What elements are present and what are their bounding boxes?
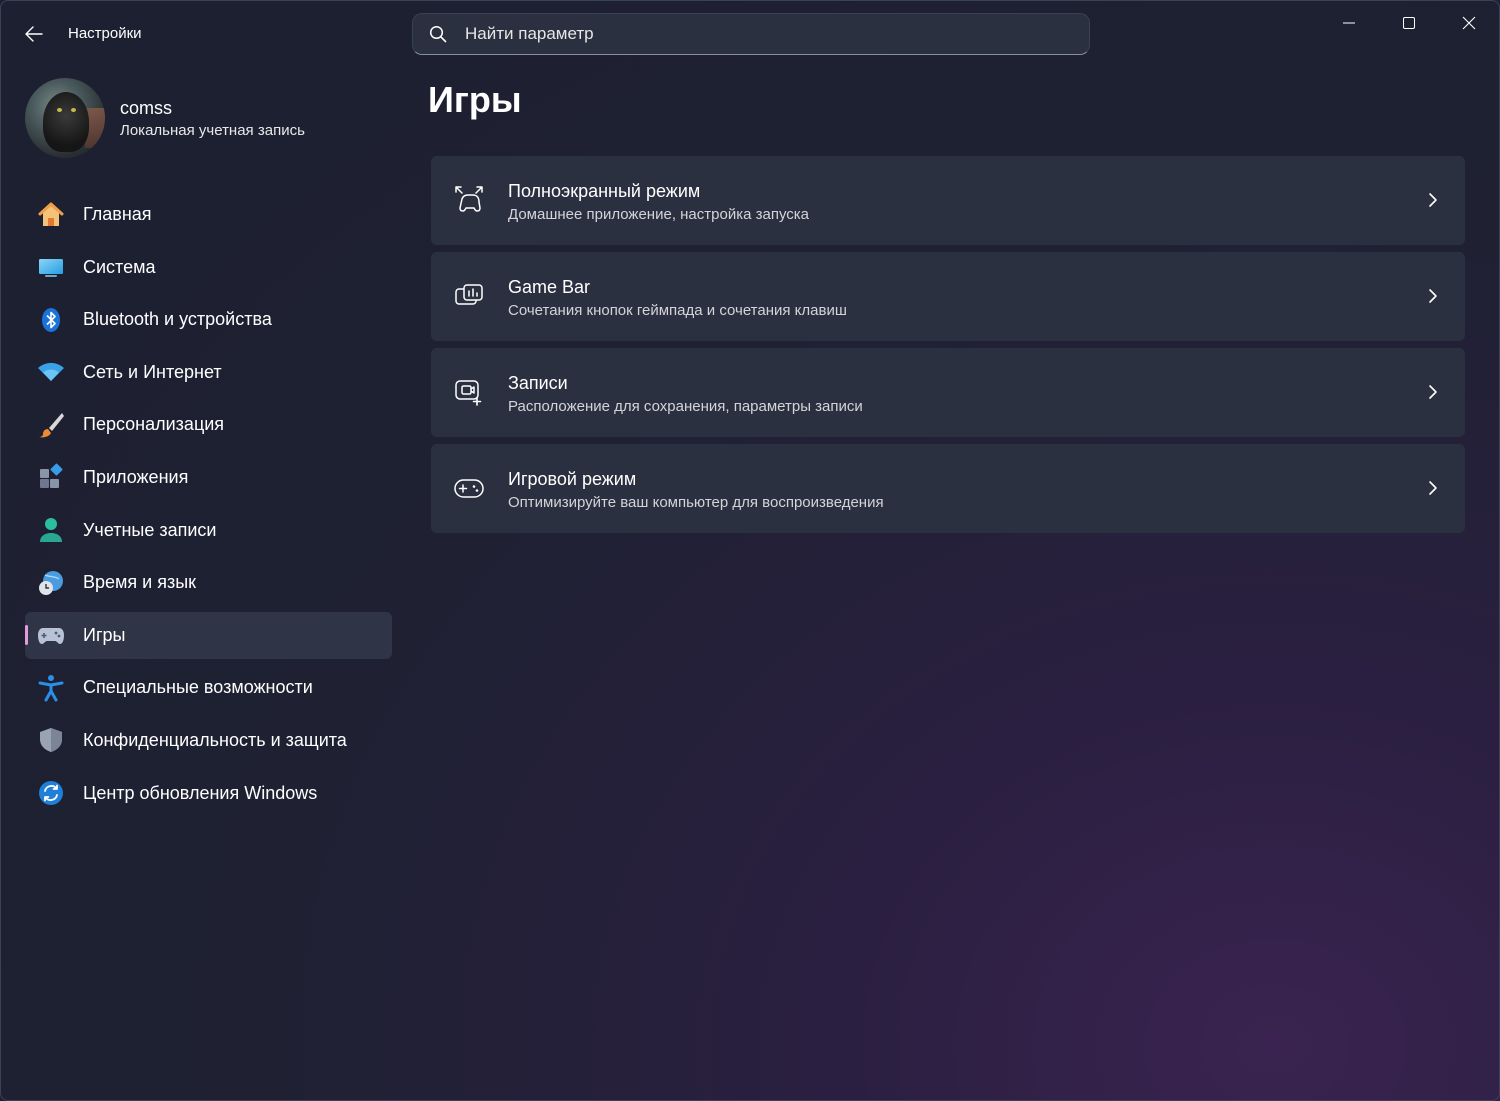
card-title: Игровой режим — [508, 469, 637, 489]
card-subtitle: Оптимизируйте ваш компьютер для воспроиз… — [508, 494, 884, 511]
settings-window: Настройки comss Локальная учетная запись — [0, 0, 1500, 1101]
sidebar-item-label: Сеть и Интернет — [83, 361, 222, 382]
sidebar-nav: Главная Система Bluetooth и устройства С… — [25, 191, 392, 822]
system-icon — [37, 253, 65, 281]
sidebar-item-label: Игры — [83, 624, 126, 645]
game-mode-icon — [454, 479, 484, 498]
card-fullscreen-experience[interactable]: Полноэкранный режим Домашнее приложение,… — [431, 156, 1465, 245]
sidebar-item-label: Система — [83, 256, 156, 277]
chevron-right-icon — [1429, 289, 1437, 303]
search-icon — [429, 25, 447, 43]
sidebar-item-label: Конфиденциальность и защита — [83, 729, 347, 750]
brush-icon — [37, 411, 65, 439]
accounts-icon — [37, 516, 65, 544]
sidebar-item-personalization[interactable]: Персонализация — [25, 401, 392, 448]
app-title: Настройки — [68, 25, 142, 42]
sidebar-item-label: Центр обновления Windows — [83, 782, 318, 803]
card-title: Game Bar — [508, 277, 591, 297]
sidebar-item-privacy[interactable]: Конфиденциальность и защита — [25, 717, 392, 764]
accessibility-icon — [37, 674, 65, 702]
user-account-type: Локальная учетная запись — [120, 122, 305, 139]
avatar[interactable] — [25, 78, 105, 158]
card-subtitle: Домашнее приложение, настройка запуска — [508, 206, 810, 223]
time-language-icon — [37, 569, 65, 597]
sidebar-item-system[interactable]: Система — [25, 244, 392, 291]
card-title: Полноэкранный режим — [508, 181, 701, 201]
sidebar-item-label: Приложения — [83, 466, 189, 487]
apps-icon — [37, 463, 65, 491]
windows-update-icon — [37, 779, 65, 807]
card-subtitle: Сочетания кнопок геймпада и сочетания кл… — [508, 302, 847, 319]
game-bar-icon — [455, 284, 483, 305]
sidebar-item-bluetooth[interactable]: Bluetooth и устройства — [25, 296, 392, 343]
close-button[interactable] — [1439, 1, 1499, 45]
sidebar-item-accounts[interactable]: Учетные записи — [25, 507, 392, 554]
wifi-icon — [37, 358, 65, 386]
chevron-right-icon — [1429, 193, 1437, 207]
back-button[interactable] — [17, 19, 51, 49]
shield-icon — [37, 726, 65, 754]
sidebar-item-accessibility[interactable]: Специальные возможности — [25, 664, 392, 711]
sidebar-item-label: Специальные возможности — [83, 677, 313, 698]
search-input[interactable] — [465, 24, 1025, 44]
sidebar-item-windows-update[interactable]: Центр обновления Windows — [25, 770, 392, 817]
sidebar-item-label: Bluetooth и устройства — [83, 309, 272, 330]
sidebar-item-label: Главная — [83, 204, 152, 224]
search-box[interactable] — [412, 13, 1090, 55]
chevron-right-icon — [1429, 385, 1437, 399]
chevron-right-icon — [1429, 481, 1437, 495]
bluetooth-icon — [37, 306, 65, 334]
sidebar-item-network[interactable]: Сеть и Интернет — [25, 349, 392, 396]
settings-list: Полноэкранный режим Домашнее приложение,… — [431, 156, 1465, 540]
card-subtitle: Расположение для сохранения, параметры з… — [508, 398, 863, 415]
captures-icon — [455, 380, 482, 406]
user-name: comss — [120, 98, 173, 118]
card-title: Записи — [508, 373, 568, 393]
sidebar-item-label: Персонализация — [83, 414, 225, 435]
sidebar-item-apps[interactable]: Приложения — [25, 454, 392, 501]
page-title: Игры — [428, 79, 522, 120]
sidebar-item-home[interactable]: Главная — [25, 191, 392, 238]
fullscreen-game-icon — [455, 186, 483, 212]
sidebar-item-label: Время и язык — [83, 572, 197, 593]
card-game-mode[interactable]: Игровой режим Оптимизируйте ваш компьюте… — [431, 444, 1465, 533]
card-captures[interactable]: Записи Расположение для сохранения, пара… — [431, 348, 1465, 437]
close-icon — [1462, 16, 1476, 30]
sidebar-item-time-language[interactable]: Время и язык — [25, 559, 392, 606]
card-game-bar[interactable]: Game Bar Сочетания кнопок геймпада и соч… — [431, 252, 1465, 341]
home-icon — [37, 201, 65, 229]
minimize-button[interactable] — [1319, 1, 1379, 45]
maximize-icon — [1403, 17, 1415, 29]
gamepad-icon — [37, 621, 65, 649]
window-controls — [1319, 1, 1499, 45]
sidebar-item-label: Учетные записи — [83, 519, 217, 540]
minimize-icon — [1343, 22, 1355, 24]
maximize-button[interactable] — [1379, 1, 1439, 45]
sidebar-item-gaming[interactable]: Игры — [25, 611, 392, 659]
arrow-left-icon — [25, 26, 43, 42]
